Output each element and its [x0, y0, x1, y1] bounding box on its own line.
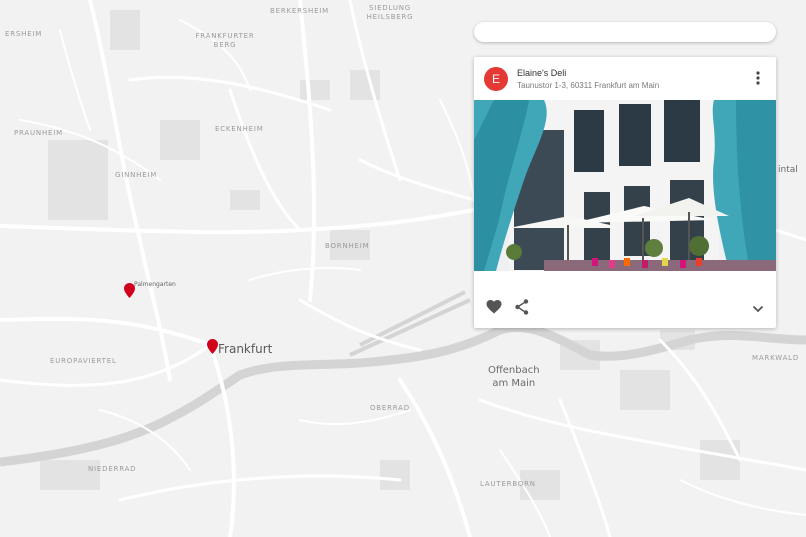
district-label-markwald: MARKWALD — [752, 354, 800, 362]
district-label-frankfurter-berg: FRANKFURTER BERG — [195, 32, 255, 49]
map-pin-palmengarten[interactable] — [124, 283, 135, 298]
place-photo — [474, 100, 776, 271]
place-address: Taunustor 1-3, 60311 Frankfurt am Main — [517, 81, 660, 90]
city-label-frankfurt: Frankfurt — [218, 342, 273, 356]
heart-icon[interactable] — [484, 297, 504, 317]
district-label-niederrad: NIEDERRAD — [88, 465, 137, 473]
district-label-eckenheim: ECKENHEIM — [215, 125, 264, 133]
place-card: E Elaine's Deli Taunustor 1-3, 60311 Fra… — [474, 57, 776, 328]
avatar: E — [484, 67, 508, 91]
district-label-oberrad: OBERRAD — [370, 404, 410, 412]
city-label-offenbach: Offenbach am Main — [488, 365, 540, 389]
more-vert-icon[interactable] — [748, 68, 768, 88]
district-label-lauterborn: LAUTERBORN — [480, 480, 536, 488]
poi-label-palmengarten: Palmengarten — [134, 281, 176, 288]
edge-label: intal — [778, 165, 798, 175]
chevron-down-icon[interactable] — [748, 299, 768, 319]
district-label-europaviertel: EUROPAVIERTEL — [50, 357, 117, 365]
district-label-berkersheim: BERKERSHEIM — [270, 7, 329, 15]
district-label-heilsberg: SIEDLUNG HEILSBERG — [366, 4, 414, 21]
map-pin-elaines-deli[interactable] — [207, 339, 218, 354]
card-header: E Elaine's Deli Taunustor 1-3, 60311 Fra… — [474, 57, 776, 100]
share-icon[interactable] — [512, 297, 532, 317]
search-input[interactable] — [474, 22, 776, 42]
district-label-praunheim: PRAUNHEIM — [14, 129, 63, 137]
place-title: Elaine's Deli — [517, 68, 567, 78]
district-label-ginnheim: GINNHEIM — [115, 171, 158, 179]
district-label-bornheim: BORNHEIM — [325, 242, 370, 250]
card-actions — [474, 293, 776, 323]
district-label-ersheim: ERSHEIM — [5, 30, 43, 38]
